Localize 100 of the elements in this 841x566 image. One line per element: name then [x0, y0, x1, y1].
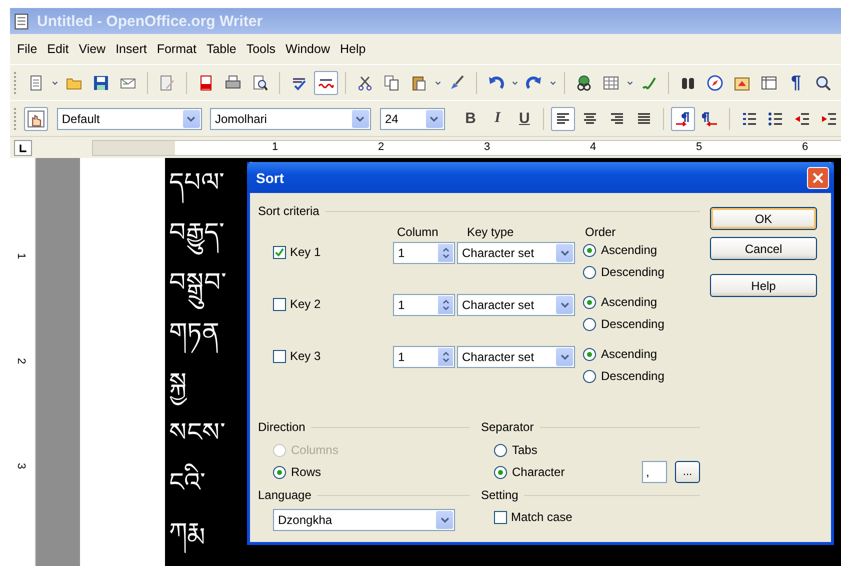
- undo-icon[interactable]: [488, 74, 504, 90]
- decrease-indent-icon[interactable]: [794, 110, 810, 126]
- edit-page-icon[interactable]: [159, 74, 175, 90]
- ruler-number: 2: [15, 358, 28, 364]
- menu-item[interactable]: Table: [201, 40, 242, 58]
- caret-icon: [434, 78, 442, 86]
- radio-button[interactable]: [583, 370, 596, 382]
- menu-item[interactable]: Insert: [110, 40, 152, 58]
- align-left-icon: [555, 110, 572, 126]
- menu-item[interactable]: File: [12, 40, 42, 58]
- spin-icon: [440, 298, 450, 312]
- key-label: Key 2: [290, 297, 321, 311]
- align-button[interactable]: [551, 106, 576, 130]
- data-table-icon[interactable]: [761, 74, 777, 90]
- menu-item[interactable]: Window: [280, 40, 335, 58]
- align-right-icon: [609, 110, 626, 126]
- key-type-dropdown[interactable]: Character set: [457, 294, 575, 316]
- radio-button[interactable]: [273, 466, 286, 478]
- copy-icon[interactable]: [384, 74, 400, 90]
- ruler-number: 4: [590, 140, 596, 152]
- radio-label: Rows: [291, 465, 322, 479]
- dialog-button[interactable]: Help: [710, 274, 817, 297]
- right-to-left-icon: [702, 110, 718, 126]
- brush-icon[interactable]: [449, 74, 465, 90]
- column-header: Key type: [467, 225, 514, 239]
- underline-button[interactable]: U: [512, 106, 536, 130]
- radio-label: Descending: [601, 265, 664, 279]
- increase-indent-icon[interactable]: [821, 110, 838, 126]
- printer-icon[interactable]: [225, 74, 241, 90]
- scissors-icon[interactable]: [357, 74, 373, 90]
- checkbox[interactable]: [273, 298, 286, 310]
- key-label: Key 1: [290, 245, 321, 259]
- radio-button[interactable]: [583, 296, 596, 308]
- menu-item[interactable]: Edit: [42, 40, 74, 58]
- pdf-icon[interactable]: [198, 74, 214, 90]
- menu-item[interactable]: Tools: [241, 40, 281, 58]
- section-label: Separator: [481, 420, 534, 434]
- auto-spellcheck-button[interactable]: [314, 70, 338, 94]
- close-button[interactable]: [807, 166, 829, 188]
- numbered-list-icon[interactable]: [740, 110, 757, 126]
- separator-field[interactable]: ,: [642, 461, 667, 483]
- spin-icon: [440, 350, 450, 364]
- section-label: Sort criteria: [258, 204, 320, 218]
- dialog-button[interactable]: OK: [710, 207, 817, 230]
- caret-icon: [51, 78, 59, 86]
- radio-button[interactable]: [494, 466, 507, 478]
- floppy-icon[interactable]: [93, 74, 109, 90]
- radio-button[interactable]: [583, 318, 596, 330]
- bullet-list-icon[interactable]: [767, 110, 784, 126]
- dialog-button[interactable]: Cancel: [710, 237, 817, 260]
- key-type-dropdown[interactable]: Character set: [457, 346, 575, 368]
- radio-button[interactable]: [494, 444, 507, 456]
- radio-button[interactable]: [583, 266, 596, 278]
- style-dropdown[interactable]: Default: [56, 108, 202, 130]
- checkbox[interactable]: [273, 246, 286, 258]
- ruler-number: 5: [696, 140, 702, 152]
- radio-button[interactable]: [583, 244, 596, 256]
- column-header: Order: [585, 225, 616, 239]
- checkbox[interactable]: [273, 350, 286, 362]
- font-size-dropdown[interactable]: 24: [380, 108, 445, 130]
- table-icon[interactable]: [603, 74, 619, 90]
- pen-icon[interactable]: [641, 74, 657, 90]
- language-dropdown[interactable]: Dzongkha: [273, 509, 455, 531]
- radio-label: Descending: [601, 369, 664, 383]
- bold-button[interactable]: B: [458, 106, 483, 130]
- menu-item[interactable]: View: [74, 40, 111, 58]
- compass-icon[interactable]: [707, 74, 723, 90]
- text-direction-button[interactable]: [670, 106, 695, 130]
- browse-button[interactable]: ...: [675, 461, 700, 483]
- italic-button[interactable]: I: [486, 106, 510, 130]
- gallery-icon[interactable]: [734, 74, 750, 90]
- checkbox[interactable]: [494, 510, 507, 524]
- key-type-dropdown[interactable]: Character set: [457, 242, 575, 264]
- ruler-number: 1: [272, 140, 278, 152]
- column-header: Column: [397, 225, 438, 239]
- globe-icon[interactable]: [576, 74, 592, 90]
- menu-item[interactable]: Help: [334, 40, 371, 58]
- checkbox-label: Match case: [511, 510, 572, 524]
- preview-icon[interactable]: [252, 74, 268, 90]
- section-label: Direction: [258, 420, 306, 434]
- font-dropdown[interactable]: Jomolhari: [210, 108, 371, 130]
- text-line: སངས་: [169, 417, 225, 450]
- hand-icon[interactable]: [26, 110, 45, 128]
- tab-stop-button[interactable]: [14, 140, 32, 156]
- section-label: Setting: [481, 488, 518, 502]
- radio-label: Ascending: [601, 243, 658, 257]
- column-spinbox[interactable]: 1: [393, 346, 455, 368]
- clipboard-icon[interactable]: [411, 74, 427, 90]
- column-spinbox[interactable]: 1: [393, 294, 455, 316]
- radio-button[interactable]: [583, 348, 596, 360]
- menu-item[interactable]: Format: [152, 40, 202, 58]
- column-spinbox[interactable]: 1: [393, 242, 455, 264]
- text-line: ངའི་: [169, 458, 205, 508]
- formatting-marks-button[interactable]: ¶: [784, 70, 808, 94]
- search-icon[interactable]: [815, 74, 831, 90]
- ruler-number: 3: [15, 462, 28, 470]
- section-label: Language: [258, 488, 312, 502]
- redo-icon[interactable]: [526, 74, 542, 90]
- document-icon[interactable]: [28, 74, 44, 90]
- radio-label: Columns: [291, 443, 338, 457]
